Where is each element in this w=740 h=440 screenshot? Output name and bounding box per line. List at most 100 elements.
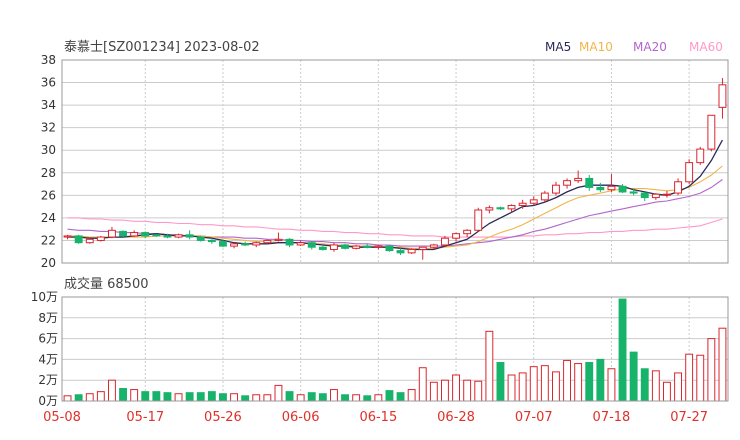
- volume-bar: [507, 374, 516, 402]
- candle: [596, 182, 605, 192]
- volume-bar: [363, 395, 372, 402]
- candle-body: [263, 239, 272, 244]
- volume-bar: [163, 392, 172, 402]
- volume-bar: [130, 389, 139, 402]
- volume-bar: [629, 351, 638, 402]
- candle-body: [163, 235, 172, 238]
- candle: [274, 232, 283, 242]
- date-tick-label: 07-07: [515, 410, 553, 425]
- volume-bar: [485, 330, 494, 402]
- candle-body: [441, 237, 449, 246]
- candle: [552, 181, 560, 196]
- candle-body: [241, 243, 250, 246]
- date-tick-label: 05-17: [126, 410, 164, 425]
- candle-body: [474, 209, 483, 231]
- price-tick-label: 32: [41, 121, 56, 135]
- candle-body: [108, 229, 116, 238]
- candle: [474, 207, 483, 232]
- volume-bar: [596, 358, 605, 402]
- candle: [307, 241, 316, 250]
- candle-body: [663, 193, 671, 196]
- volume-bar: [396, 392, 405, 402]
- candle: [263, 239, 272, 244]
- volume-bar: [441, 379, 449, 402]
- volume-bar: [207, 391, 216, 402]
- candle-body: [574, 177, 583, 182]
- candle: [396, 248, 405, 256]
- candle: [285, 238, 294, 248]
- candle-body: [230, 243, 238, 247]
- candle: [540, 190, 549, 203]
- candle: [130, 230, 139, 238]
- candle-body: [585, 177, 594, 188]
- candle-body: [352, 245, 361, 249]
- volume-bar: [674, 372, 682, 402]
- candle: [119, 230, 127, 238]
- volume-bar: [385, 390, 394, 402]
- volume-bar: [452, 374, 460, 402]
- volume-bar: [241, 395, 250, 402]
- candle-body: [318, 246, 327, 250]
- volume-bar: [318, 393, 327, 402]
- candle: [563, 178, 571, 189]
- candle: [230, 242, 238, 249]
- date-tick-label: 05-26: [204, 410, 242, 425]
- candle-body: [607, 185, 616, 191]
- volume-bar: [463, 379, 472, 402]
- candle: [330, 242, 338, 252]
- volume-bar: [707, 338, 716, 402]
- candle-body: [718, 84, 727, 108]
- candle-body: [507, 204, 516, 210]
- volume-bar: [108, 379, 116, 402]
- candle-body: [85, 238, 94, 244]
- volume-bar: [196, 392, 205, 402]
- candle: [485, 205, 494, 214]
- legend-item-ma20: MA20: [633, 40, 667, 54]
- volume-tick-label: 0万: [38, 394, 58, 408]
- candle-body: [640, 192, 649, 199]
- candle: [618, 184, 627, 194]
- candle: [96, 235, 105, 242]
- volume-bar: [618, 298, 627, 402]
- candle: [63, 234, 72, 240]
- price-tick-label: 26: [41, 188, 56, 202]
- candle: [674, 178, 682, 196]
- date-tick-label: 06-28: [437, 410, 475, 425]
- candle: [374, 244, 383, 250]
- volume-bar: [529, 366, 538, 402]
- price-tick-label: 36: [41, 76, 56, 90]
- price-tick-label: 28: [41, 166, 56, 180]
- volume-bar: [651, 370, 660, 402]
- ma5-line: [67, 139, 723, 251]
- volume-bar: [252, 394, 261, 402]
- volume-bar: [174, 393, 183, 402]
- candle-body: [385, 245, 394, 252]
- volume-bar: [96, 391, 105, 402]
- volume-bar: [63, 395, 72, 402]
- candle: [651, 193, 660, 200]
- candle-body: [196, 236, 205, 241]
- volume-bars: [63, 298, 727, 402]
- volume-title: 成交量 68500: [64, 276, 149, 292]
- volume-bar: [296, 394, 305, 402]
- candle: [463, 229, 472, 238]
- volume-bar: [474, 380, 483, 402]
- volume-bar: [540, 365, 549, 402]
- candle-body: [252, 242, 261, 246]
- volume-tick-label: 8万: [38, 311, 58, 325]
- price-tick-label: 20: [41, 256, 56, 270]
- volume-bar: [85, 393, 94, 402]
- candle-body: [696, 148, 705, 164]
- candle: [663, 190, 671, 198]
- candle: [385, 244, 394, 252]
- candle-body: [74, 235, 83, 244]
- legend-item-ma5: MA5: [545, 40, 571, 54]
- volume-bar: [574, 363, 583, 402]
- volume-bar: [263, 394, 272, 402]
- date-axis: 05-08 05-17 05-26 06-06 06-15 06-28 07-07 07-18…: [43, 410, 708, 425]
- price-grid: [62, 60, 728, 263]
- candle-body: [307, 242, 316, 248]
- candle: [607, 173, 616, 192]
- volume-bar: [230, 393, 238, 402]
- candle: [196, 235, 205, 242]
